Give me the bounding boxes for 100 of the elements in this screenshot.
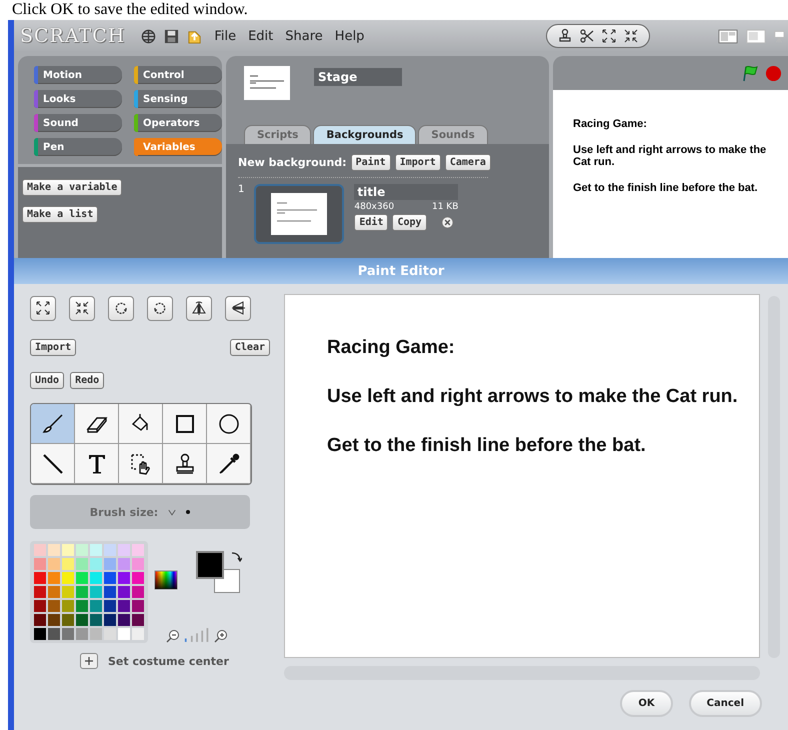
color-swatch[interactable] xyxy=(48,614,60,626)
flip-horizontal-button[interactable] xyxy=(186,296,212,321)
color-swatch[interactable] xyxy=(118,614,130,626)
stamp-icon[interactable] xyxy=(557,28,573,44)
color-swatch[interactable] xyxy=(118,558,130,570)
color-swatch[interactable] xyxy=(48,544,60,556)
color-swatch[interactable] xyxy=(62,600,74,612)
color-swatch[interactable] xyxy=(118,628,130,640)
tool-button[interactable] xyxy=(207,444,251,484)
color-swatch[interactable] xyxy=(118,600,130,612)
color-swatch[interactable] xyxy=(132,600,144,612)
tool-button[interactable] xyxy=(31,444,75,484)
tool-button[interactable] xyxy=(75,404,119,444)
zoom-out-icon[interactable] xyxy=(166,629,180,643)
dropdown-icon[interactable] xyxy=(168,508,176,516)
category-button[interactable]: Control xyxy=(134,66,222,84)
color-swatch[interactable] xyxy=(62,572,74,584)
color-swatch[interactable] xyxy=(90,600,102,612)
color-swatch[interactable] xyxy=(34,558,46,570)
color-swatch[interactable] xyxy=(132,572,144,584)
save-icon[interactable] xyxy=(164,28,180,44)
tool-button[interactable] xyxy=(75,444,119,484)
rotate-right-button[interactable] xyxy=(147,296,173,321)
pen-color[interactable] xyxy=(196,551,224,579)
presentation-icon[interactable] xyxy=(774,28,784,44)
grow-icon[interactable] xyxy=(601,28,617,44)
layout-icon[interactable] xyxy=(746,28,766,44)
redo-button[interactable]: Redo xyxy=(70,372,104,389)
sprite-name-field[interactable]: Stage xyxy=(314,68,402,86)
background-button[interactable]: Edit xyxy=(354,214,388,231)
color-swatch[interactable] xyxy=(34,586,46,598)
category-button[interactable]: Motion xyxy=(34,66,122,84)
color-swatch[interactable] xyxy=(132,628,144,640)
color-swatch[interactable] xyxy=(90,572,102,584)
color-swatch[interactable] xyxy=(62,628,74,640)
color-swatch[interactable] xyxy=(48,600,60,612)
category-button[interactable]: Looks xyxy=(34,90,122,108)
color-swatch[interactable] xyxy=(132,558,144,570)
flag-icon[interactable] xyxy=(741,64,759,82)
color-swatch[interactable] xyxy=(62,558,74,570)
color-swatch[interactable] xyxy=(90,558,102,570)
menu-item[interactable]: File xyxy=(214,28,236,44)
share-icon[interactable] xyxy=(187,28,202,44)
flip-vertical-button[interactable] xyxy=(225,296,251,321)
color-swatch[interactable] xyxy=(76,614,88,626)
layout-icon[interactable] xyxy=(718,28,738,44)
color-swatch[interactable] xyxy=(76,586,88,598)
color-swatch[interactable] xyxy=(90,586,102,598)
color-swatch[interactable] xyxy=(104,586,116,598)
tab[interactable]: Backgrounds xyxy=(313,125,416,144)
rotate-left-button[interactable] xyxy=(108,296,134,321)
color-swatch[interactable] xyxy=(104,572,116,584)
color-swatch[interactable] xyxy=(62,544,74,556)
background-button[interactable]: Copy xyxy=(392,214,427,231)
color-swatch[interactable] xyxy=(48,586,60,598)
dialog-button[interactable]: OK xyxy=(620,690,673,717)
color-swatch[interactable] xyxy=(90,614,102,626)
new-background-button[interactable]: Camera xyxy=(444,154,491,171)
stop-icon[interactable] xyxy=(765,64,782,82)
color-swatch[interactable] xyxy=(90,628,102,640)
color-swatch[interactable] xyxy=(104,614,116,626)
category-button[interactable]: Sensing xyxy=(134,90,222,108)
tool-button[interactable] xyxy=(119,404,163,444)
color-swatch[interactable] xyxy=(132,614,144,626)
color-picker-icon[interactable] xyxy=(154,570,178,590)
background-thumbnail[interactable] xyxy=(254,184,344,244)
scissors-icon[interactable] xyxy=(579,28,595,44)
menu-item[interactable]: Help xyxy=(334,28,364,44)
category-button[interactable]: Operators xyxy=(134,114,222,132)
color-swatch[interactable] xyxy=(62,586,74,598)
color-swatch[interactable] xyxy=(90,544,102,556)
tool-button[interactable] xyxy=(31,404,75,444)
import-button[interactable]: Import xyxy=(30,339,76,356)
color-swatch[interactable] xyxy=(76,558,88,570)
color-swatch[interactable] xyxy=(34,600,46,612)
color-swatch[interactable] xyxy=(76,600,88,612)
color-swatch[interactable] xyxy=(34,572,46,584)
new-background-button[interactable]: Paint xyxy=(350,154,391,171)
new-background-button[interactable]: Import xyxy=(394,154,441,171)
undo-button[interactable]: Undo xyxy=(30,372,64,389)
delete-icon[interactable] xyxy=(440,216,454,229)
color-swatch[interactable] xyxy=(34,614,46,626)
shrink-icon[interactable] xyxy=(623,28,639,44)
tool-button[interactable] xyxy=(207,404,251,444)
grow-button[interactable] xyxy=(30,296,56,321)
menu-item[interactable]: Share xyxy=(285,28,323,44)
menu-item[interactable]: Edit xyxy=(248,28,274,44)
color-swatch[interactable] xyxy=(34,628,46,640)
color-swatch[interactable] xyxy=(104,544,116,556)
swap-icon[interactable] xyxy=(230,551,242,563)
category-button[interactable]: Sound xyxy=(34,114,122,132)
color-swatch[interactable] xyxy=(48,628,60,640)
background-name-field[interactable]: title xyxy=(354,184,458,200)
tool-button[interactable] xyxy=(163,404,207,444)
color-swatch[interactable] xyxy=(118,544,130,556)
color-swatch[interactable] xyxy=(104,558,116,570)
color-swatch[interactable] xyxy=(48,572,60,584)
color-swatch[interactable] xyxy=(132,544,144,556)
dialog-button[interactable]: Cancel xyxy=(688,690,762,717)
color-swatch[interactable] xyxy=(34,544,46,556)
